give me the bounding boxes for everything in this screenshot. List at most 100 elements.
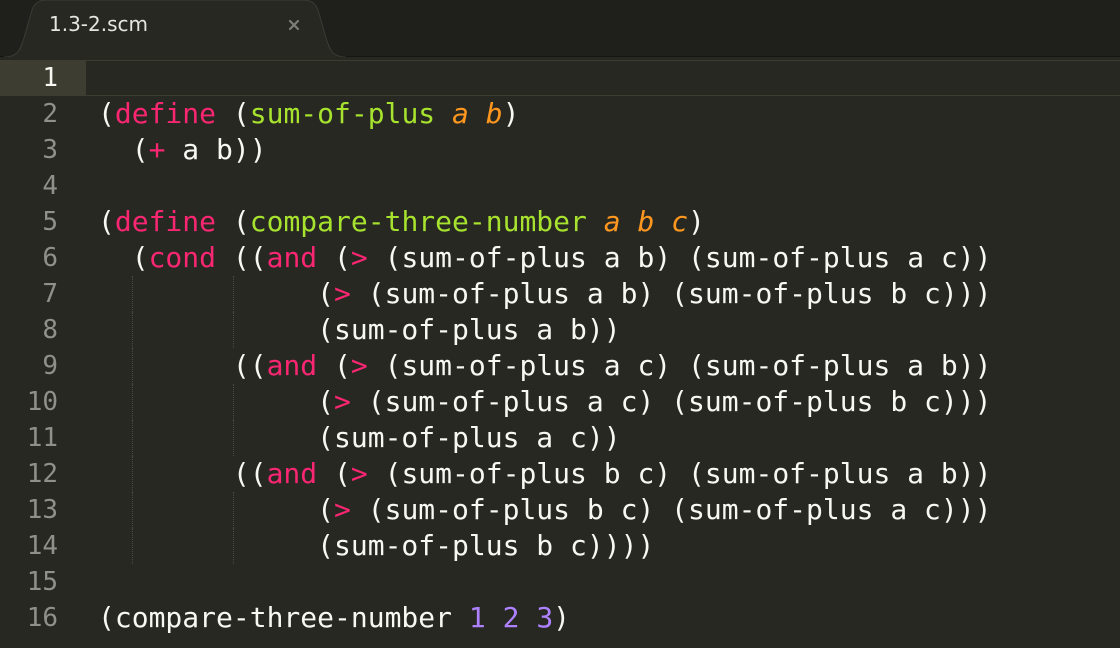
indent-guide — [232, 384, 234, 420]
code-token: sum-of-plus — [249, 97, 436, 130]
indent-guide — [232, 528, 234, 564]
code-token: (( — [98, 457, 267, 490]
indent-guide — [131, 312, 133, 348]
line-number: 11 — [26, 423, 58, 453]
indent-guide — [232, 492, 234, 528]
tab-file[interactable]: 1.3-2.scm — [4, 0, 346, 57]
indent-guide — [131, 276, 133, 312]
code-token: (sum-of-plus a c) (sum-of-plus a b)) — [367, 349, 992, 382]
code-token: 2 — [502, 601, 520, 634]
code-token: (sum-of-plus b c)))) — [98, 529, 655, 562]
code-token: a — [452, 97, 469, 130]
line-numbers: 1 2 3 4 5 6 7 8 9 10 11 12 13 14 15 16 — [0, 60, 58, 636]
code-token: (sum-of-plus b c) (sum-of-plus a c))) — [350, 493, 992, 526]
code-token: > — [334, 277, 351, 310]
close-icon-glyph — [288, 19, 300, 31]
code-token: > — [350, 457, 368, 490]
code-line: (> (sum-of-plus b c) (sum-of-plus a c))) — [98, 492, 1108, 528]
line-number: 6 — [42, 243, 58, 273]
code-token: (sum-of-plus a b)) — [98, 313, 621, 346]
code-token: > — [334, 385, 351, 418]
line-number: 10 — [26, 387, 58, 417]
line-number: 16 — [26, 603, 58, 633]
line-number: 9 — [42, 351, 58, 381]
indent-guide — [131, 528, 133, 564]
code-token: > — [334, 493, 351, 526]
code-token: ( — [98, 205, 115, 238]
code-token: ) — [502, 97, 520, 130]
code-line: (> (sum-of-plus a c) (sum-of-plus b c))) — [98, 384, 1108, 420]
indent-guide — [232, 312, 234, 348]
code-token: a b)) — [165, 133, 267, 166]
code-token: > — [350, 241, 368, 274]
code-token: ( — [98, 277, 335, 310]
tab-bar: 1.3-2.scm — [0, 0, 1120, 57]
code-token: c — [671, 205, 689, 238]
code-token: ( — [98, 385, 335, 418]
line-number: 12 — [26, 459, 58, 489]
code-line: ((and (> (sum-of-plus b c) (sum-of-plus … — [98, 456, 1108, 492]
line-number: 3 — [42, 135, 58, 165]
code-token: (compare-three-number — [98, 601, 469, 634]
code-editor[interactable]: 1 2 3 4 5 6 7 8 9 10 11 12 13 14 15 16 (define (sum-of-… — [0, 58, 1120, 648]
code-token: ( — [98, 493, 335, 526]
code-token: ( — [317, 349, 351, 382]
code-token: (sum-of-plus a b) (sum-of-plus a c)) — [367, 241, 992, 274]
code-token: b — [485, 97, 503, 130]
code-token: compare-three-number — [249, 205, 587, 238]
code-token: define — [114, 97, 217, 130]
indent-guide — [131, 456, 133, 492]
code-line: (sum-of-plus a b)) — [98, 312, 1108, 348]
code-token: ( — [98, 241, 149, 274]
code-line: (+ a b)) — [98, 132, 1108, 168]
code-token: (sum-of-plus b c) (sum-of-plus a b)) — [367, 457, 992, 490]
indent-guide — [232, 276, 234, 312]
code-token: ( — [317, 241, 351, 274]
code-line: (sum-of-plus a c)) — [98, 420, 1108, 456]
code-token: ( — [317, 457, 351, 490]
code-token: define — [114, 205, 217, 238]
code-token: 1 — [468, 601, 486, 634]
code-token: ( — [98, 133, 149, 166]
code-token: 3 — [536, 601, 554, 634]
code-token: (sum-of-plus a b) (sum-of-plus b c))) — [350, 277, 992, 310]
code-token: ) — [553, 601, 571, 634]
code-token: and — [266, 457, 318, 490]
code-line: (compare-three-number 1 2 3) — [98, 600, 1108, 636]
indent-guide — [131, 348, 133, 384]
indent-guide — [131, 492, 133, 528]
code-token: cond — [148, 241, 217, 274]
code-token: ) — [688, 205, 705, 238]
code-token: b — [637, 205, 655, 238]
code-token: (( — [216, 241, 267, 274]
line-number: 1 — [42, 63, 58, 93]
line-number: 5 — [42, 207, 58, 237]
editor-window: 1.3-2.scm 1 2 3 4 5 6 7 8 9 10 11 12 13 14 15 16 (defin… — [0, 0, 1120, 648]
close-icon[interactable] — [284, 15, 304, 35]
indent-guide — [131, 420, 133, 456]
code-token: a — [603, 205, 621, 238]
line-number: 2 — [42, 99, 58, 129]
code-line: (define (sum-of-plus a b) — [98, 96, 1108, 132]
code-token: and — [266, 349, 318, 382]
code-area[interactable]: (define (sum-of-plus a b) (+ a b)) (defin… — [98, 60, 1108, 636]
indent-guide — [232, 420, 234, 456]
code-token: and — [266, 241, 318, 274]
code-line: (sum-of-plus b c)))) — [98, 528, 1108, 564]
line-number: 15 — [26, 567, 58, 597]
code-token: + — [148, 133, 166, 166]
code-line: ((and (> (sum-of-plus a c) (sum-of-plus … — [98, 348, 1108, 384]
gutter: 1 2 3 4 5 6 7 8 9 10 11 12 13 14 15 16 — [0, 58, 86, 648]
code-token: ( — [98, 97, 115, 130]
line-number: 13 — [26, 495, 58, 525]
line-number: 4 — [42, 171, 58, 201]
